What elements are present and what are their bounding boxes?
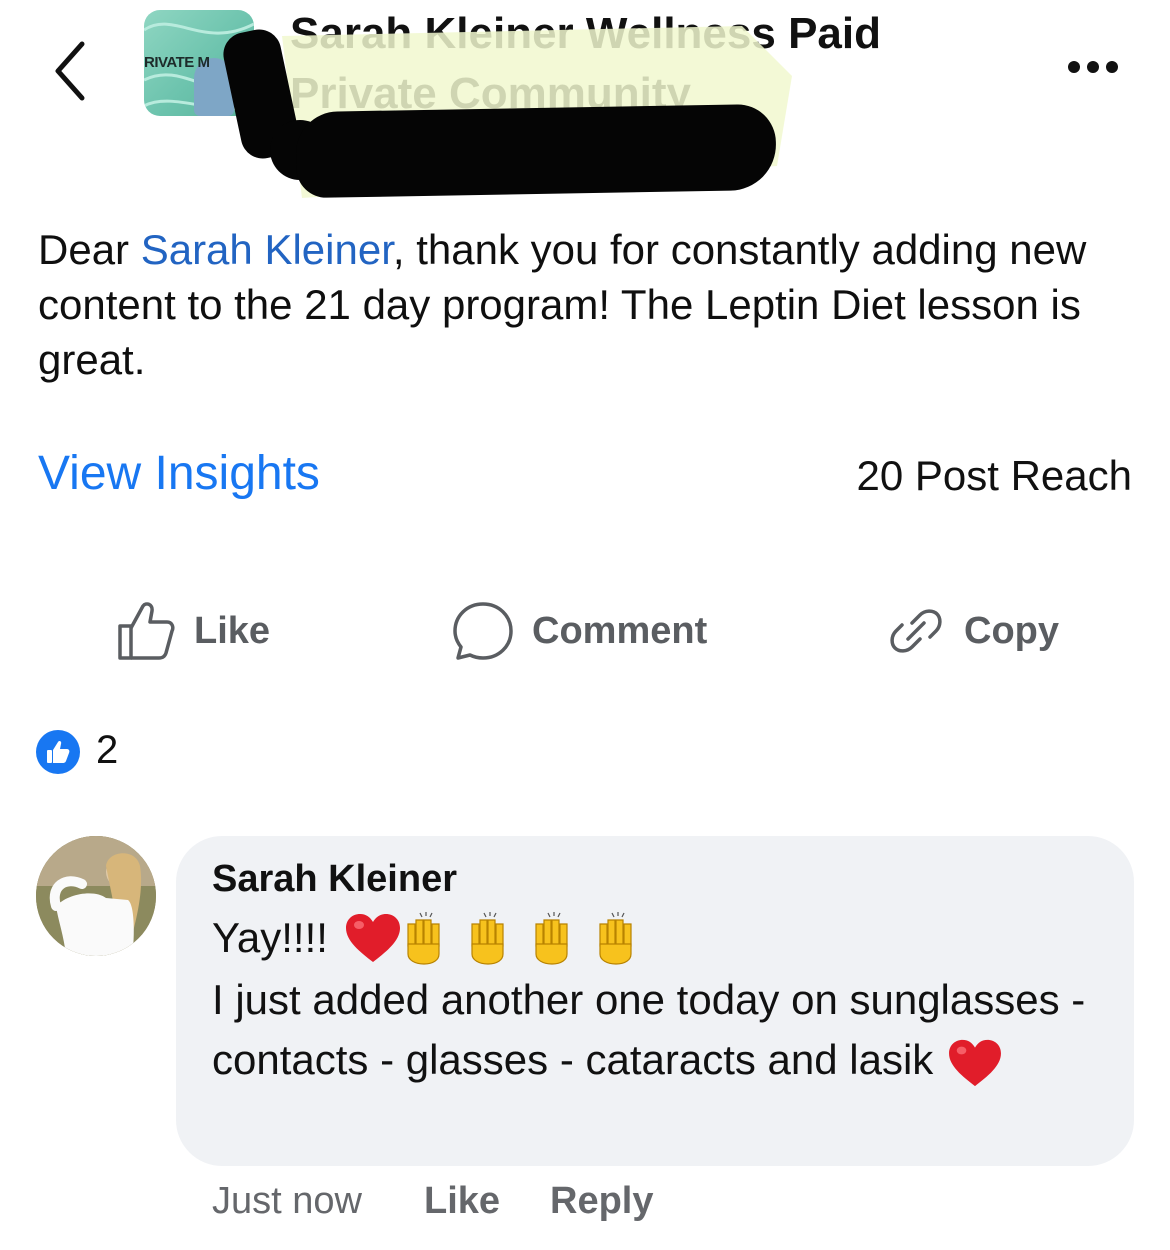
raising-hands-icon <box>471 912 504 965</box>
comment-author[interactable]: Sarah Kleiner <box>212 858 457 901</box>
raising-hands-icon <box>599 912 632 965</box>
comment-first-line: Yay!!!! <box>212 910 654 966</box>
comment-emojis <box>344 910 654 966</box>
profile-photo <box>36 836 156 956</box>
copy-button-label: Copy <box>964 609 1059 652</box>
comment-exclamation: Yay!!!! <box>212 914 328 961</box>
comment-body: I just added another one today on sungla… <box>212 970 1112 1090</box>
redaction-mark <box>295 103 777 199</box>
raising-hands-icon <box>407 912 440 965</box>
post-text: Dear Sarah Kleiner, thank you for consta… <box>38 222 1138 387</box>
more-horizontal-icon <box>1087 61 1099 73</box>
comment-reply-button[interactable]: Reply <box>550 1180 653 1223</box>
like-button-label: Like <box>194 609 271 652</box>
red-heart-icon <box>345 914 400 962</box>
more-horizontal-icon <box>1068 61 1080 73</box>
comment-timestamp: Just now <box>212 1180 362 1222</box>
raising-hands-icon <box>535 912 568 965</box>
reaction-count[interactable]: 2 <box>96 728 118 773</box>
group-avatar-label: RIVATE M <box>144 54 210 71</box>
post-text-prefix: Dear <box>38 226 141 273</box>
post-mention-link[interactable]: Sarah Kleiner <box>141 226 393 273</box>
copy-link-button[interactable]: Copy <box>886 596 1059 666</box>
more-horizontal-icon <box>1106 61 1118 73</box>
comment-like-button[interactable]: Like <box>424 1180 500 1223</box>
comment-button-label: Comment <box>532 609 708 652</box>
more-options-button[interactable] <box>1068 60 1130 80</box>
speech-bubble-icon <box>453 602 513 660</box>
commenter-avatar[interactable] <box>36 836 156 956</box>
red-heart-icon <box>949 1039 1002 1086</box>
comment-button[interactable]: Comment <box>452 596 707 666</box>
view-insights-link[interactable]: View Insights <box>38 446 320 501</box>
chevron-left-icon <box>55 41 85 101</box>
post-reach: 20 Post Reach <box>856 452 1132 499</box>
back-button[interactable] <box>48 36 98 106</box>
raising-hands-icons <box>407 912 632 965</box>
thumbs-up-icon <box>47 740 70 763</box>
like-button[interactable]: Like <box>116 596 270 666</box>
like-reaction-badge[interactable] <box>36 730 80 774</box>
link-icon <box>890 609 942 653</box>
thumbs-up-icon <box>118 602 175 660</box>
